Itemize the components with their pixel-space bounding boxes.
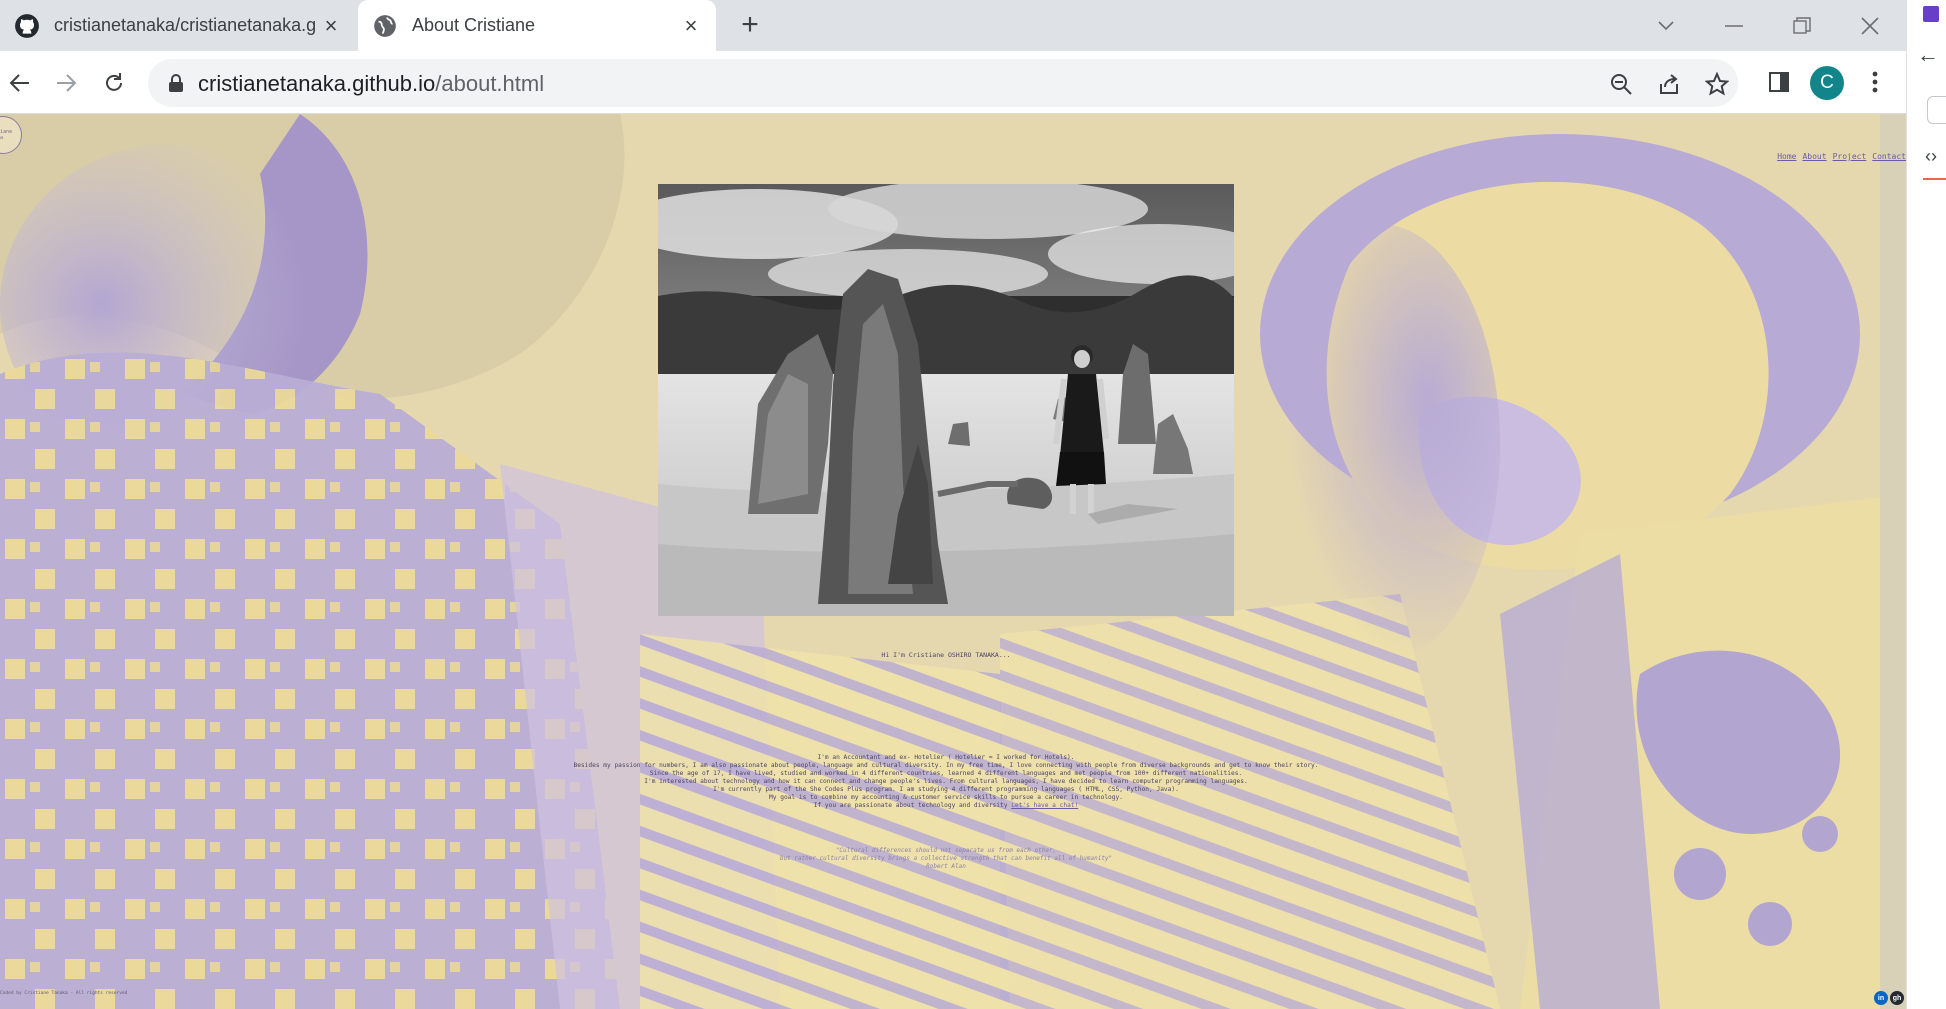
bio-line: My goal is to combine my accounting & cu… [769,794,1123,801]
bio-last-prefix: If you are passionate about technology a… [813,802,1008,809]
close-icon[interactable]: × [320,13,342,38]
zoom-icon[interactable] [1608,71,1634,97]
menu-kebab-icon[interactable] [1858,65,1892,99]
forward-icon[interactable] [48,65,84,101]
url-host: cristianetanaka.github.io [198,71,436,96]
greeting-text: Hi I'm Cristiane OSHIRO TANAKA... [881,651,1011,659]
tab-github[interactable]: cristianetanaka/cristianetanaka.g × [0,0,356,51]
nav-home-link[interactable]: Home [1777,152,1796,161]
url-path: /about.html [435,71,545,96]
tab-about[interactable]: About Cristiane × [358,0,716,51]
quote-author: Robert Alan [926,863,966,870]
tab-search-icon[interactable] [1646,8,1686,44]
bio-line-last: If you are passionate about technology a… [0,802,1892,810]
back-arrow-icon[interactable]: ← [1917,42,1939,68]
chat-link[interactable]: Let's have a chat! [1011,802,1078,809]
page-viewport: Cristiane Tanaka Home About Project Cont… [0,114,1906,1009]
code-icon[interactable]: ‹› [1925,146,1937,167]
close-window-icon[interactable] [1850,8,1890,44]
close-icon[interactable]: × [680,13,702,38]
bio-section: I'm an Accountant and ex- Hotelier ( Hot… [0,754,1892,810]
restore-icon[interactable] [1782,8,1822,44]
new-tab-button[interactable]: + [735,10,765,41]
tab-strip: cristianetanaka/cristianetanaka.g × Abou… [0,0,1906,51]
toolbar: cristianetanaka.github.io/about.html C [0,51,1906,114]
minimize-icon[interactable] [1714,8,1754,44]
panel-menu-icon[interactable] [1927,96,1946,124]
nav-project-link[interactable]: Project [1833,152,1867,161]
bio-line: I'm interested about technology and how … [644,778,1248,785]
linkedin-icon[interactable]: in [1874,991,1888,1005]
bio-line: Besides my passion for numbers, I am als… [573,762,1319,769]
tab-title: About Cristiane [412,15,536,35]
profile-avatar[interactable]: C [1810,66,1844,100]
bio-line: Since the age of 17, I have lived, studi… [649,770,1243,777]
address-bar[interactable]: cristianetanaka.github.io/about.html [148,59,1738,107]
browser-chrome: cristianetanaka/cristianetanaka.g × Abou… [0,0,1906,114]
globe-icon [374,14,396,37]
tab-title: cristianetanaka/cristianetanaka.g [54,15,317,35]
share-icon[interactable] [1656,71,1682,97]
back-icon[interactable] [2,65,38,101]
extension-icon[interactable] [1923,6,1939,22]
quote-line: "Cultural differences should not separat… [835,847,1057,854]
quote-line: but rather cultural diversity brings a c… [779,855,1113,862]
bookmark-star-icon[interactable] [1704,71,1730,97]
reload-icon[interactable] [96,65,132,101]
github-icon [15,13,39,38]
github-icon[interactable]: gh [1890,991,1904,1005]
footer-copyright: Coded by Cristiane Tanaka - All rights r… [0,991,128,996]
bio-line: I'm an Accountant and ex- Hotelier ( Hot… [817,754,1075,761]
lock-icon[interactable] [168,74,184,92]
bio-line: I'm currently part of the She Codes Plus… [713,786,1179,793]
nav-about-link[interactable]: About [1802,152,1826,161]
url-text[interactable]: cristianetanaka.github.io/about.html [198,71,544,97]
profile-photo [658,184,1234,616]
devtools-side-panel: ← ‹› [1906,0,1946,1009]
logo-text: Cristiane Tanaka [0,129,13,141]
side-panel-icon[interactable] [1762,65,1796,99]
quote-block: "Cultural differences should not separat… [0,847,1892,871]
site-nav: Home About Project Contact [1777,152,1906,161]
nav-contact-link[interactable]: Contact [1872,152,1906,161]
active-indicator [1923,178,1946,180]
